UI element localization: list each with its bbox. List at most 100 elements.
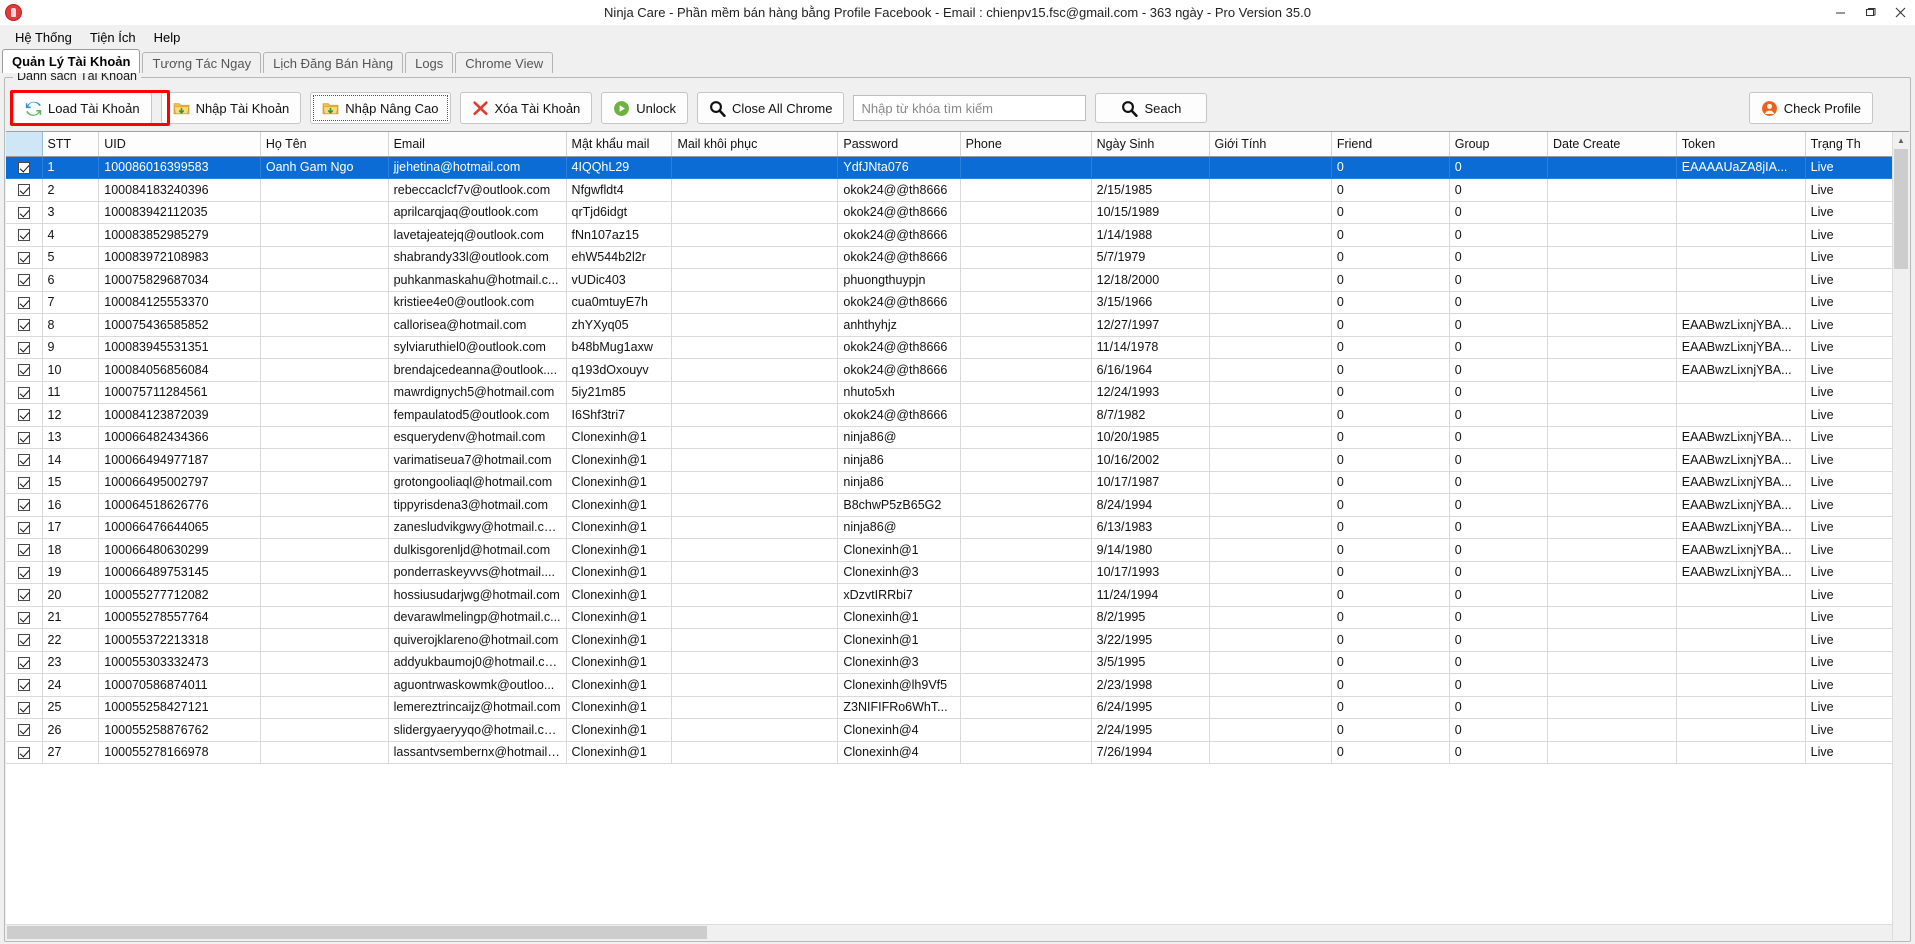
cell-gioitinh[interactable]	[1209, 156, 1332, 179]
cell-group[interactable]: 0	[1449, 223, 1548, 247]
cell-mailkhoiphuc[interactable]	[671, 358, 839, 382]
cell-trangthai[interactable]: Live	[1805, 448, 1905, 472]
unlock-button[interactable]: Unlock	[601, 92, 689, 124]
cell-trangthai[interactable]: Live	[1805, 651, 1905, 674]
cell-phone[interactable]	[960, 246, 1092, 269]
table-row[interactable]: 24 100070586874011 aguontrwaskowmk@outloo.…	[6, 673, 1905, 697]
cell-datecreate[interactable]	[1547, 673, 1677, 697]
cell-ngaysinh[interactable]	[1091, 156, 1210, 179]
cell-friend[interactable]: 0	[1331, 493, 1450, 517]
cell-trangthai[interactable]: Live	[1805, 471, 1905, 494]
minimize-button[interactable]	[1825, 0, 1855, 26]
maximize-button[interactable]	[1855, 0, 1885, 26]
cell-gioitinh[interactable]	[1209, 628, 1332, 652]
cell-trangthai[interactable]: Live	[1805, 673, 1905, 697]
cell-datecreate[interactable]	[1547, 538, 1677, 562]
checkbox-checked-icon[interactable]	[17, 724, 30, 737]
cell-gioitinh[interactable]	[1209, 448, 1332, 472]
cell-friend[interactable]: 0	[1331, 606, 1450, 629]
cell-trangthai[interactable]: Live	[1805, 516, 1905, 539]
cell-group[interactable]: 0	[1449, 538, 1548, 562]
cell-mailkhoiphuc[interactable]	[671, 718, 839, 742]
col-header-token[interactable]: Token	[1676, 132, 1806, 157]
cell-mailkhoiphuc[interactable]	[671, 606, 839, 629]
cell-mailkhoiphuc[interactable]	[671, 471, 839, 494]
cell-group[interactable]: 0	[1449, 471, 1548, 494]
cell-password[interactable]: Clonexinh@1	[837, 606, 961, 629]
cell-trangthai[interactable]: Live	[1805, 628, 1905, 652]
cell-group[interactable]: 0	[1449, 606, 1548, 629]
cell-stt[interactable]: 25	[42, 696, 100, 719]
cell-stt[interactable]: 14	[42, 448, 100, 472]
cell-datecreate[interactable]	[1547, 741, 1677, 764]
cell-password[interactable]: Clonexinh@1	[837, 628, 961, 652]
cell-email[interactable]: shabrandy33l@outlook.com	[388, 246, 567, 269]
cell-phone[interactable]	[960, 426, 1092, 449]
cell-mailkhoiphuc[interactable]	[671, 246, 839, 269]
cell-email[interactable]: aprilcarqjaq@outlook.com	[388, 201, 567, 224]
cell-friend[interactable]: 0	[1331, 516, 1450, 539]
cell-phone[interactable]	[960, 201, 1092, 224]
table-row[interactable]: 1 100086016399583 Oanh Gam Ngo jjehetina@ho…	[6, 156, 1905, 179]
cell-group[interactable]: 0	[1449, 336, 1548, 359]
cell-group[interactable]: 0	[1449, 178, 1548, 202]
cell-group[interactable]: 0	[1449, 156, 1548, 179]
cell-token[interactable]: EAAAAUaZA8jIA...	[1676, 156, 1806, 179]
cell-matkhaumail[interactable]: Clonexinh@1	[566, 493, 673, 517]
cell-ngaysinh[interactable]: 2/23/1998	[1091, 673, 1210, 697]
cell-friend[interactable]: 0	[1331, 223, 1450, 247]
cell-uid[interactable]: 100055258876762	[98, 718, 261, 742]
cell-phone[interactable]	[960, 718, 1092, 742]
checkbox-checked-icon[interactable]	[17, 386, 30, 399]
col-header-ngaysinh[interactable]: Ngày Sinh	[1091, 132, 1210, 157]
row-checkbox[interactable]	[6, 358, 43, 382]
cell-password[interactable]: YdfJNta076	[837, 156, 961, 179]
cell-matkhaumail[interactable]: Clonexinh@1	[566, 538, 673, 562]
checkbox-checked-icon[interactable]	[17, 184, 30, 197]
cell-gioitinh[interactable]	[1209, 471, 1332, 494]
cell-hoten[interactable]	[260, 246, 389, 269]
cell-datecreate[interactable]	[1547, 336, 1677, 359]
checkbox-checked-icon[interactable]	[17, 499, 30, 512]
cell-matkhaumail[interactable]: Clonexinh@1	[566, 651, 673, 674]
cell-matkhaumail[interactable]: cua0mtuyE7h	[566, 291, 673, 314]
cell-matkhaumail[interactable]: Clonexinh@1	[566, 448, 673, 472]
cell-hoten[interactable]	[260, 673, 389, 697]
col-header-uid[interactable]: UID	[98, 132, 261, 157]
row-checkbox[interactable]	[6, 471, 43, 494]
cell-mailkhoiphuc[interactable]	[671, 696, 839, 719]
search-button[interactable]: Seach	[1095, 93, 1208, 123]
cell-trangthai[interactable]: Live	[1805, 493, 1905, 517]
cell-mailkhoiphuc[interactable]	[671, 583, 839, 607]
cell-friend[interactable]: 0	[1331, 246, 1450, 269]
cell-mailkhoiphuc[interactable]	[671, 291, 839, 314]
cell-stt[interactable]: 26	[42, 718, 100, 742]
cell-password[interactable]: phuongthuypjn	[837, 268, 961, 292]
cell-stt[interactable]: 23	[42, 651, 100, 674]
cell-matkhaumail[interactable]: Clonexinh@1	[566, 718, 673, 742]
cell-hoten[interactable]	[260, 336, 389, 359]
cell-email[interactable]: slidergyaeryyqo@hotmail.com	[388, 718, 567, 742]
cell-datecreate[interactable]	[1547, 606, 1677, 629]
cell-group[interactable]: 0	[1449, 268, 1548, 292]
cell-token[interactable]	[1676, 583, 1806, 607]
cell-friend[interactable]: 0	[1331, 381, 1450, 404]
cell-email[interactable]: kristiee4e0@outlook.com	[388, 291, 567, 314]
cell-ngaysinh[interactable]: 8/24/1994	[1091, 493, 1210, 517]
cell-trangthai[interactable]: Live	[1805, 313, 1905, 337]
cell-group[interactable]: 0	[1449, 246, 1548, 269]
cell-matkhaumail[interactable]: Clonexinh@1	[566, 561, 673, 584]
cell-friend[interactable]: 0	[1331, 651, 1450, 674]
checkbox-checked-icon[interactable]	[17, 679, 30, 692]
cell-uid[interactable]: 100084183240396	[98, 178, 261, 202]
col-header-gioitinh[interactable]: Giới Tính	[1209, 132, 1332, 157]
cell-gioitinh[interactable]	[1209, 651, 1332, 674]
cell-phone[interactable]	[960, 448, 1092, 472]
cell-phone[interactable]	[960, 471, 1092, 494]
cell-token[interactable]	[1676, 696, 1806, 719]
cell-group[interactable]: 0	[1449, 561, 1548, 584]
account-grid[interactable]: STT UID Họ Tên Email Mật khẩu mail Mail …	[6, 131, 1909, 940]
cell-trangthai[interactable]: Live	[1805, 538, 1905, 562]
col-header-stt[interactable]: STT	[42, 132, 100, 157]
cell-group[interactable]: 0	[1449, 673, 1548, 697]
